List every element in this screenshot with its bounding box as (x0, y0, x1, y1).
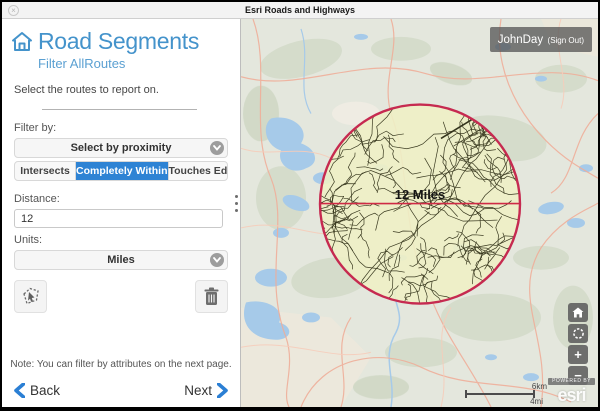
window-title: Esri Roads and Highways (245, 5, 355, 15)
close-icon[interactable]: × (8, 5, 19, 16)
filter-panel: Road Segments Filter AllRoutes Select th… (2, 19, 241, 407)
segment-touches-edge[interactable]: Touches Edge (169, 162, 229, 180)
chevron-down-icon (210, 253, 224, 267)
map[interactable]: 12 Miles JohnDay (Sign Out) + − (241, 19, 598, 407)
tool-row (14, 280, 228, 313)
locate-button[interactable] (568, 324, 588, 343)
selection-radius-label: 12 Miles (395, 187, 446, 202)
back-label: Back (30, 383, 60, 398)
chevron-left-icon (14, 383, 25, 398)
delete-selection-button[interactable] (195, 280, 228, 313)
panel-subtitle: Filter AllRoutes (38, 56, 240, 71)
locate-icon (572, 327, 585, 340)
window-titlebar: × Esri Roads and Highways (2, 2, 598, 19)
segment-completely-within[interactable]: Completely Within (76, 162, 169, 180)
home-icon (11, 31, 33, 53)
user-badge[interactable]: JohnDay (Sign Out) (490, 27, 592, 52)
chevron-right-icon (217, 383, 228, 398)
draw-selection-area-button[interactable] (14, 280, 47, 313)
instruction-text: Select the routes to report on. (14, 84, 240, 96)
spatial-mode-segmented-control: Intersects Completely Within Touches Edg… (14, 161, 228, 181)
back-button[interactable]: Back (14, 383, 60, 398)
filter-by-label: Filter by: (14, 122, 240, 134)
page-title: Road Segments (38, 28, 199, 55)
distance-input[interactable] (14, 209, 223, 228)
panel-footer: Back Next (14, 383, 228, 398)
map-home-icon (572, 307, 584, 318)
zoom-in-button[interactable]: + (568, 345, 588, 364)
trash-icon (202, 286, 221, 307)
esri-brand-label: esri (558, 385, 586, 405)
note-text: Note: You can filter by attributes on th… (2, 359, 240, 370)
user-name: JohnDay (498, 34, 543, 46)
units-label: Units: (14, 234, 240, 246)
proximity-dropdown-value: Select by proximity (71, 142, 172, 154)
segment-intersects[interactable]: Intersects (15, 162, 76, 180)
scalebar-imperial-label: 4mi (530, 397, 543, 406)
draw-polygon-icon (20, 286, 41, 307)
panel-header: Road Segments (11, 28, 240, 55)
basemap: 12 Miles (241, 19, 598, 407)
units-dropdown[interactable]: Miles (14, 250, 228, 270)
esri-logo: POWERED BY esri (548, 370, 595, 405)
divider (42, 109, 197, 110)
scalebar: 6km 4mi (465, 381, 547, 407)
units-dropdown-value: Miles (107, 254, 135, 266)
app-window: × Esri Roads and Highways Road Segments … (2, 2, 598, 407)
map-home-button[interactable] (568, 303, 588, 322)
panel-resize-handle[interactable] (232, 195, 240, 212)
next-button[interactable]: Next (184, 383, 228, 398)
scalebar-line (465, 393, 535, 395)
proximity-dropdown[interactable]: Select by proximity (14, 138, 228, 158)
distance-label: Distance: (14, 193, 240, 205)
chevron-down-icon (210, 141, 224, 155)
powered-by-label: POWERED BY (548, 378, 595, 385)
next-label: Next (184, 383, 212, 398)
sign-out-link[interactable]: (Sign Out) (548, 36, 584, 45)
